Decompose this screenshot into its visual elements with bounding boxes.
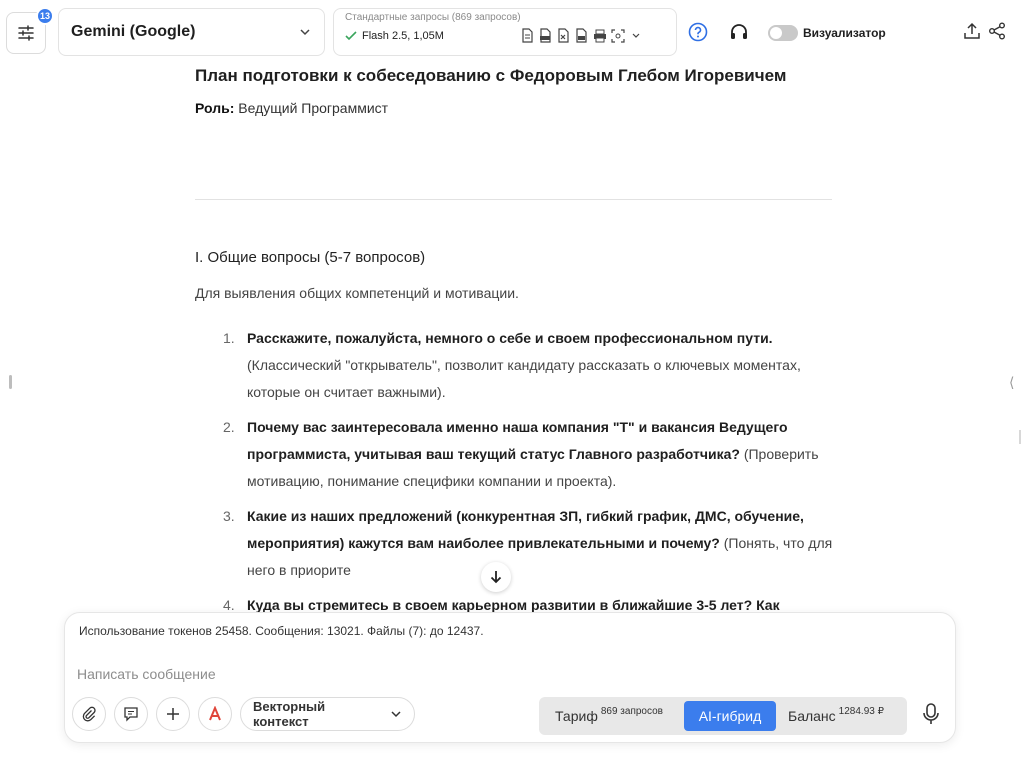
xls-icon[interactable]	[556, 28, 571, 43]
model-select[interactable]: Gemini (Google)	[58, 8, 325, 56]
role-label: Роль:	[195, 100, 235, 116]
print-icon[interactable]	[592, 28, 607, 43]
document-header: План подготовки к собеседованию с Федоро…	[195, 60, 835, 116]
balance-amount: 1284.93 ₽	[838, 705, 884, 717]
ai-hybrid-option[interactable]: AI-гибрид	[684, 701, 776, 731]
token-usage: Использование токенов 25458. Сообщения: …	[79, 624, 484, 638]
requests-model-label: Flash 2.5, 1,05M	[362, 30, 444, 42]
chevron-down-icon	[391, 711, 401, 718]
microphone-icon[interactable]	[921, 703, 941, 725]
help-icon[interactable]	[688, 22, 708, 42]
list-item: 1. Расскажите, пожалуйста, немного о себ…	[195, 325, 835, 406]
sliders-icon	[18, 25, 34, 41]
font-style-button[interactable]	[198, 697, 232, 731]
share-icon[interactable]	[988, 22, 1006, 40]
visualizer-label: Визуализатор	[803, 26, 886, 40]
scroll-down-button[interactable]	[481, 562, 511, 592]
requests-model: Flash 2.5, 1,05M	[345, 30, 444, 42]
vector-context-label: Векторный контекст	[253, 699, 326, 729]
notification-badge: 13	[36, 7, 54, 25]
chevron-down-icon[interactable]	[628, 28, 643, 43]
question-note: (Классический "открыватель", позволит ка…	[247, 357, 801, 400]
role-value: Ведущий Программист	[238, 100, 389, 116]
section-description: Для выявления общих компетенций и мотива…	[195, 285, 519, 301]
file-icons	[520, 28, 643, 43]
upload-icon[interactable]	[963, 22, 981, 40]
balance-option[interactable]: Баланс 1284.93 ₽	[788, 701, 884, 731]
right-scroll-indicator[interactable]	[1019, 430, 1021, 444]
list-item: 3. Какие из наших предложений (конкурент…	[195, 503, 835, 584]
prompt-templates-button[interactable]	[114, 697, 148, 731]
vector-context-select[interactable]: Векторный контекст	[240, 697, 415, 731]
requests-panel[interactable]: Стандартные запросы (869 запросов) Flash…	[333, 8, 677, 56]
document-title: План подготовки к собеседованию с Федоро…	[195, 66, 787, 85]
list-number: 3.	[223, 508, 235, 524]
divider	[195, 199, 832, 200]
questions-list: 1. Расскажите, пожалуйста, немного о себ…	[195, 325, 835, 627]
toggle-knob	[770, 27, 782, 39]
right-panel-handle[interactable]: ⟨	[1009, 374, 1014, 391]
message-composer: Использование токенов 25458. Сообщения: …	[64, 612, 956, 743]
check-icon	[345, 31, 357, 41]
chat-icon	[124, 707, 138, 722]
txt-icon[interactable]	[574, 28, 589, 43]
pdf-icon[interactable]	[538, 28, 553, 43]
screenshot-icon[interactable]	[610, 28, 625, 43]
add-button[interactable]	[156, 697, 190, 731]
headset-icon[interactable]	[729, 22, 749, 42]
list-number: 2.	[223, 419, 235, 435]
question-text: Какие из наших предложений (конкурентная…	[247, 508, 804, 551]
tariff-label: Тариф	[555, 708, 598, 724]
list-item: 2. Почему вас заинтересовала именно наша…	[195, 414, 835, 495]
question-text: Куда вы стремитесь в своем карьерном раз…	[247, 597, 780, 613]
requests-title: Стандартные запросы (869 запросов)	[345, 12, 521, 23]
doc-icon[interactable]	[520, 28, 535, 43]
left-panel-handle[interactable]	[9, 375, 12, 389]
model-name: Gemini (Google)	[71, 23, 196, 40]
tariff-option[interactable]: Тариф 869 запросов	[555, 701, 663, 731]
letter-a-icon	[209, 706, 221, 721]
mode-switch: Тариф 869 запросов AI-гибрид Баланс 1284.9…	[539, 697, 907, 735]
balance-label: Баланс	[788, 708, 836, 724]
list-number: 1.	[223, 330, 235, 346]
role-line: Роль: Ведущий Программист	[195, 100, 835, 116]
top-bar: 13 Gemini (Google) Стандартные запросы (…	[0, 0, 1024, 64]
chevron-down-icon	[300, 29, 310, 36]
arrow-down-icon	[490, 571, 502, 584]
plus-icon	[167, 708, 179, 720]
section-title: I. Общие вопросы (5-7 вопросов)	[195, 249, 426, 266]
question-text: Расскажите, пожалуйста, немного о себе и…	[247, 330, 773, 346]
attach-button[interactable]	[72, 697, 106, 731]
paperclip-icon	[82, 706, 96, 722]
message-input[interactable]	[77, 663, 937, 685]
tariff-requests: 869 запросов	[600, 705, 663, 717]
visualizer-toggle[interactable]	[768, 25, 798, 41]
question-text: Почему вас заинтересовала именно наша ко…	[247, 419, 788, 462]
